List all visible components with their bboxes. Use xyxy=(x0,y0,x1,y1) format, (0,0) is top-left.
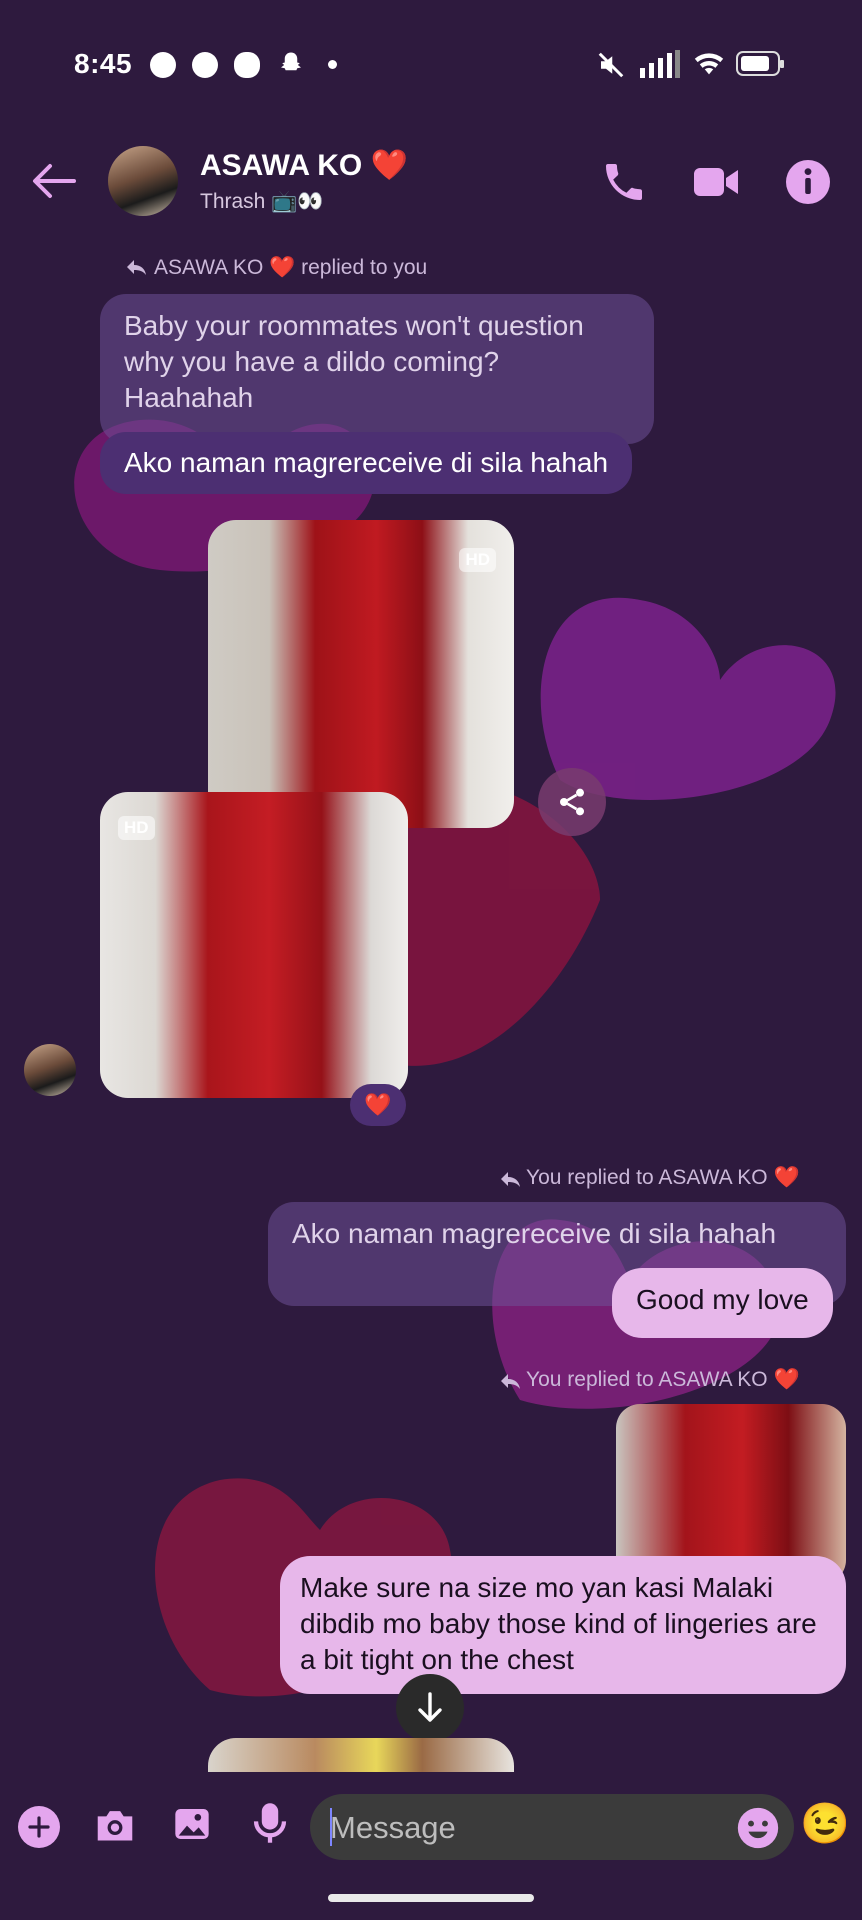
mute-icon xyxy=(598,52,624,78)
reply-label: You replied to ASAWA KO ❤️ xyxy=(526,1368,800,1391)
snapchat-icon xyxy=(281,52,301,71)
arrow-down-icon xyxy=(418,1692,442,1722)
chat-bubbles-icon xyxy=(234,52,260,78)
video-call-icon[interactable] xyxy=(692,158,740,206)
photo-attachment[interactable]: HD xyxy=(100,792,408,1098)
phone-call-icon[interactable] xyxy=(600,158,648,206)
info-icon[interactable] xyxy=(784,158,832,206)
signal-icon xyxy=(640,50,680,78)
messenger-icon xyxy=(150,52,176,78)
home-indicator[interactable] xyxy=(328,1894,534,1902)
reply-label: You replied to ASAWA KO ❤️ xyxy=(526,1166,800,1189)
emoji-picker-icon[interactable] xyxy=(736,1806,780,1850)
camera-icon[interactable] xyxy=(94,1806,136,1844)
outgoing-message[interactable]: Good my love xyxy=(612,1268,833,1338)
incoming-message[interactable]: Ako naman magrereceive di sila hahah xyxy=(100,432,633,494)
back-arrow-icon[interactable] xyxy=(28,160,78,202)
status-time: 8:45 xyxy=(74,48,133,79)
status-bar: 8:45 xyxy=(0,0,862,120)
share-button[interactable] xyxy=(538,768,606,836)
photo-attachment[interactable] xyxy=(208,1738,514,1772)
hd-badge: HD xyxy=(118,816,155,840)
add-button[interactable] xyxy=(18,1806,60,1848)
sender-avatar[interactable] xyxy=(24,1044,76,1096)
gallery-icon[interactable] xyxy=(172,1804,212,1844)
message-placeholder: Message xyxy=(330,1810,456,1845)
wifi-icon xyxy=(694,53,724,75)
share-icon xyxy=(560,788,584,816)
microphone-icon[interactable] xyxy=(250,1800,290,1846)
scroll-to-bottom-button[interactable] xyxy=(396,1674,464,1742)
contact-avatar[interactable] xyxy=(108,146,178,216)
reply-arrow-icon xyxy=(501,1172,520,1187)
reply-label: ASAWA KO ❤️ replied to you xyxy=(154,256,428,279)
contact-name[interactable]: ASAWA KO ❤️ xyxy=(200,148,408,183)
notification-dot xyxy=(328,60,337,69)
messenger-icon xyxy=(192,52,218,78)
outgoing-message[interactable]: Make sure na size mo yan kasi Malaki dib… xyxy=(280,1556,846,1694)
reply-arrow-icon xyxy=(127,260,146,275)
reaction-heart: ❤️ xyxy=(364,1092,392,1117)
hd-badge: HD xyxy=(459,548,496,572)
battery-icon xyxy=(736,51,784,76)
plus-icon xyxy=(28,1816,50,1838)
reply-arrow-icon xyxy=(501,1374,520,1389)
contact-status: Thrash 📺👀 xyxy=(200,190,324,213)
photo-attachment[interactable]: HD xyxy=(208,520,514,828)
quoted-message[interactable]: Baby your roommates won't question why y… xyxy=(100,294,654,444)
quick-reaction-emoji[interactable]: 😉 xyxy=(800,1800,850,1847)
reaction-badge[interactable]: ❤️ xyxy=(350,1084,406,1126)
